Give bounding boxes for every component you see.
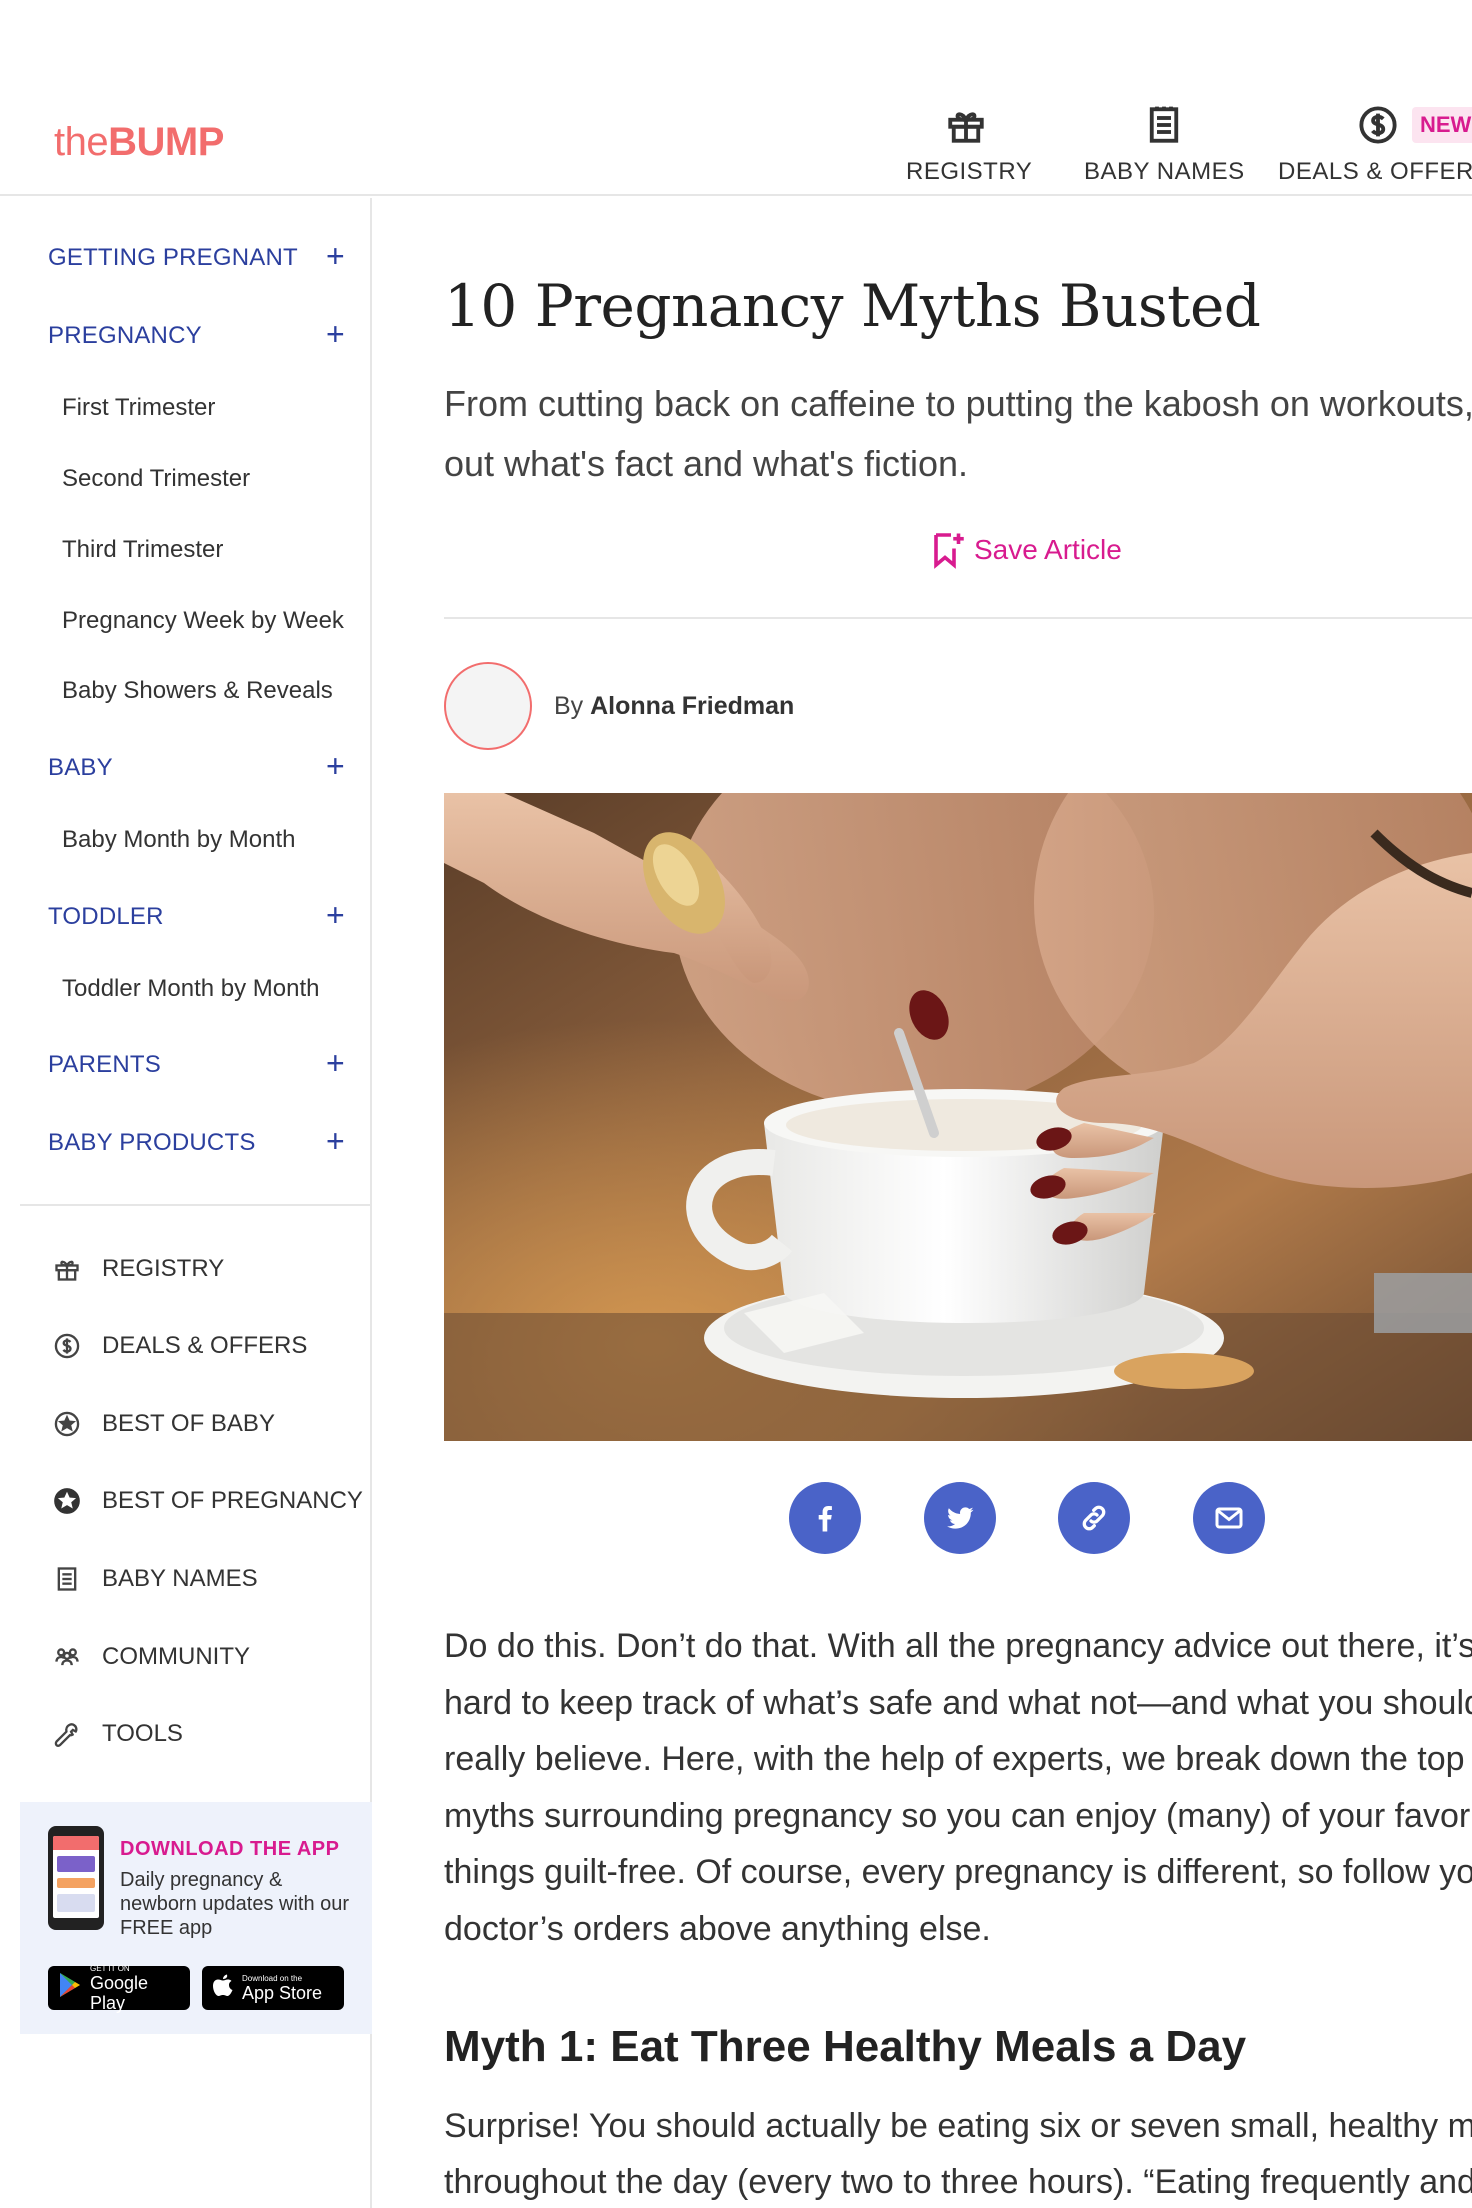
sidebar-item-pregnancy-week-by-week[interactable]: Pregnancy Week by Week xyxy=(62,607,344,635)
wrench-icon xyxy=(52,1719,82,1749)
topnav-registry[interactable]: REGISTRY xyxy=(906,104,1033,185)
author-name[interactable]: Alonna Friedman xyxy=(590,692,794,720)
sidebar: GETTING PREGNANT + PREGNANCY + First Tri… xyxy=(20,198,372,2208)
sidebar-tool-best-of-baby[interactable]: BEST OF BABY xyxy=(52,1407,275,1441)
sidebar-category-pregnancy[interactable]: PREGNANCY xyxy=(48,322,202,350)
sidebar-tool-label: REGISTRY xyxy=(102,1255,225,1282)
hero-image xyxy=(444,793,1472,1441)
site-logo[interactable]: theBUMP xyxy=(54,120,224,165)
expand-plus-icon[interactable]: + xyxy=(326,1047,345,1079)
notepad-icon xyxy=(1084,104,1244,148)
sidebar-category-baby[interactable]: BABY xyxy=(48,754,113,782)
myth1-paragraph: Surprise! You should actually be eating … xyxy=(444,2107,1472,2201)
article-intro-paragraph: Do do this. Don’t do that. With all the … xyxy=(444,1627,1472,1948)
topnav-baby-names-label: BABY NAMES xyxy=(1084,158,1245,185)
facebook-icon xyxy=(818,1506,832,1532)
topnav-registry-label: REGISTRY xyxy=(906,158,1033,185)
sidebar-item-baby-month-by-month[interactable]: Baby Month by Month xyxy=(62,826,295,854)
google-play-big-text: Google Play xyxy=(90,1972,149,2013)
sidebar-tool-label: COMMUNITY xyxy=(102,1643,250,1670)
myth1-heading: Myth 1: Eat Three Healthy Meals a Day xyxy=(444,2022,1247,2071)
expand-plus-icon[interactable]: + xyxy=(326,318,345,350)
app-store-big-text: App Store xyxy=(242,1982,323,2003)
google-play-button[interactable]: GET IT ON Google Play xyxy=(48,1963,190,2013)
expand-plus-icon[interactable]: + xyxy=(326,1125,345,1157)
expand-plus-icon[interactable]: + xyxy=(326,899,345,931)
apple-icon xyxy=(212,1972,234,2005)
sidebar-tool-label: BABY NAMES xyxy=(102,1565,258,1592)
sidebar-category-toddler[interactable]: TODDLER xyxy=(48,903,164,931)
people-icon xyxy=(52,1642,82,1672)
sidebar-tool-best-of-pregnancy[interactable]: BEST OF PREGNANCY xyxy=(52,1484,363,1518)
share-facebook-button[interactable] xyxy=(789,1482,861,1554)
app-promo: DOWNLOAD THE APP Daily pregnancy & newbo… xyxy=(20,1802,372,2034)
email-icon xyxy=(1215,1507,1243,1529)
site-header: theBUMP REGISTRY BABY NAMES DEALS & OFFE… xyxy=(0,0,1472,196)
logo-bump: BUMP xyxy=(108,120,224,164)
sidebar-tool-label: TOOLS xyxy=(102,1720,183,1747)
sidebar-tool-label: BEST OF PREGNANCY xyxy=(102,1487,363,1514)
expand-plus-icon[interactable]: + xyxy=(326,240,345,272)
gift-icon xyxy=(52,1254,82,1284)
share-email-button[interactable] xyxy=(1193,1482,1265,1554)
new-badge: NEW! xyxy=(1412,107,1472,143)
share-twitter-button[interactable] xyxy=(924,1482,996,1554)
phone-app-image xyxy=(48,1826,104,1930)
sidebar-category-getting-pregnant[interactable]: GETTING PREGNANT xyxy=(48,244,298,272)
app-store-button[interactable]: Download on the App Store xyxy=(202,1966,344,2010)
sidebar-item-second-trimester[interactable]: Second Trimester xyxy=(62,465,250,493)
sidebar-tool-registry[interactable]: REGISTRY xyxy=(52,1252,224,1286)
bookmark-plus-icon xyxy=(934,533,964,569)
expand-plus-icon[interactable]: + xyxy=(326,750,345,782)
sidebar-category-baby-products[interactable]: BABY PRODUCTS xyxy=(48,1129,256,1157)
star-badge-filled-icon xyxy=(52,1486,82,1516)
sidebar-tool-label: DEALS & OFFERS xyxy=(102,1332,308,1359)
save-article-button[interactable]: Save Article xyxy=(930,530,1122,570)
app-promo-title[interactable]: DOWNLOAD THE APP xyxy=(120,1838,339,1861)
gift-icon xyxy=(906,104,1026,148)
sidebar-divider xyxy=(20,1204,372,1206)
app-store-small-text: Download on the xyxy=(242,1973,303,1983)
save-article-label: Save Article xyxy=(974,534,1122,565)
author-avatar[interactable] xyxy=(444,662,532,750)
sidebar-category-parents[interactable]: PARENTS xyxy=(48,1051,161,1079)
sidebar-item-third-trimester[interactable]: Third Trimester xyxy=(62,536,223,564)
byline: By Alonna Friedman xyxy=(554,692,794,721)
article-divider xyxy=(444,617,1472,619)
link-icon xyxy=(1082,1505,1106,1531)
byline-prefix: By xyxy=(554,692,591,720)
sidebar-tool-label: BEST OF BABY xyxy=(102,1410,275,1437)
logo-the: the xyxy=(54,120,109,164)
sidebar-tool-baby-names[interactable]: BABY NAMES xyxy=(52,1562,258,1596)
sidebar-tool-tools[interactable]: TOOLS xyxy=(52,1717,183,1751)
star-badge-icon xyxy=(52,1409,82,1439)
notepad-icon xyxy=(52,1564,82,1594)
sidebar-tool-community[interactable]: COMMUNITY xyxy=(52,1640,250,1674)
app-promo-description: Daily pregnancy & newborn updates with o… xyxy=(120,1869,350,1939)
sidebar-item-toddler-month-by-month[interactable]: Toddler Month by Month xyxy=(62,975,319,1003)
article-title: 10 Pregnancy Myths Busted xyxy=(444,272,1261,340)
dollar-circle-icon xyxy=(52,1331,82,1361)
article-dek: From cutting back on caffeine to putting… xyxy=(444,383,1472,484)
sidebar-item-first-trimester[interactable]: First Trimester xyxy=(62,394,215,422)
topnav-deals-offers-label: DEALS & OFFERS xyxy=(1278,158,1472,185)
sidebar-tool-deals-offers[interactable]: DEALS & OFFERS xyxy=(52,1329,307,1363)
twitter-icon xyxy=(946,1507,974,1529)
sidebar-item-baby-showers-reveals[interactable]: Baby Showers & Reveals xyxy=(62,677,333,705)
play-store-icon xyxy=(58,1972,82,2005)
topnav-baby-names[interactable]: BABY NAMES xyxy=(1084,104,1245,185)
share-link-button[interactable] xyxy=(1058,1482,1130,1554)
google-play-small-text: GET IT ON xyxy=(90,1963,130,1973)
